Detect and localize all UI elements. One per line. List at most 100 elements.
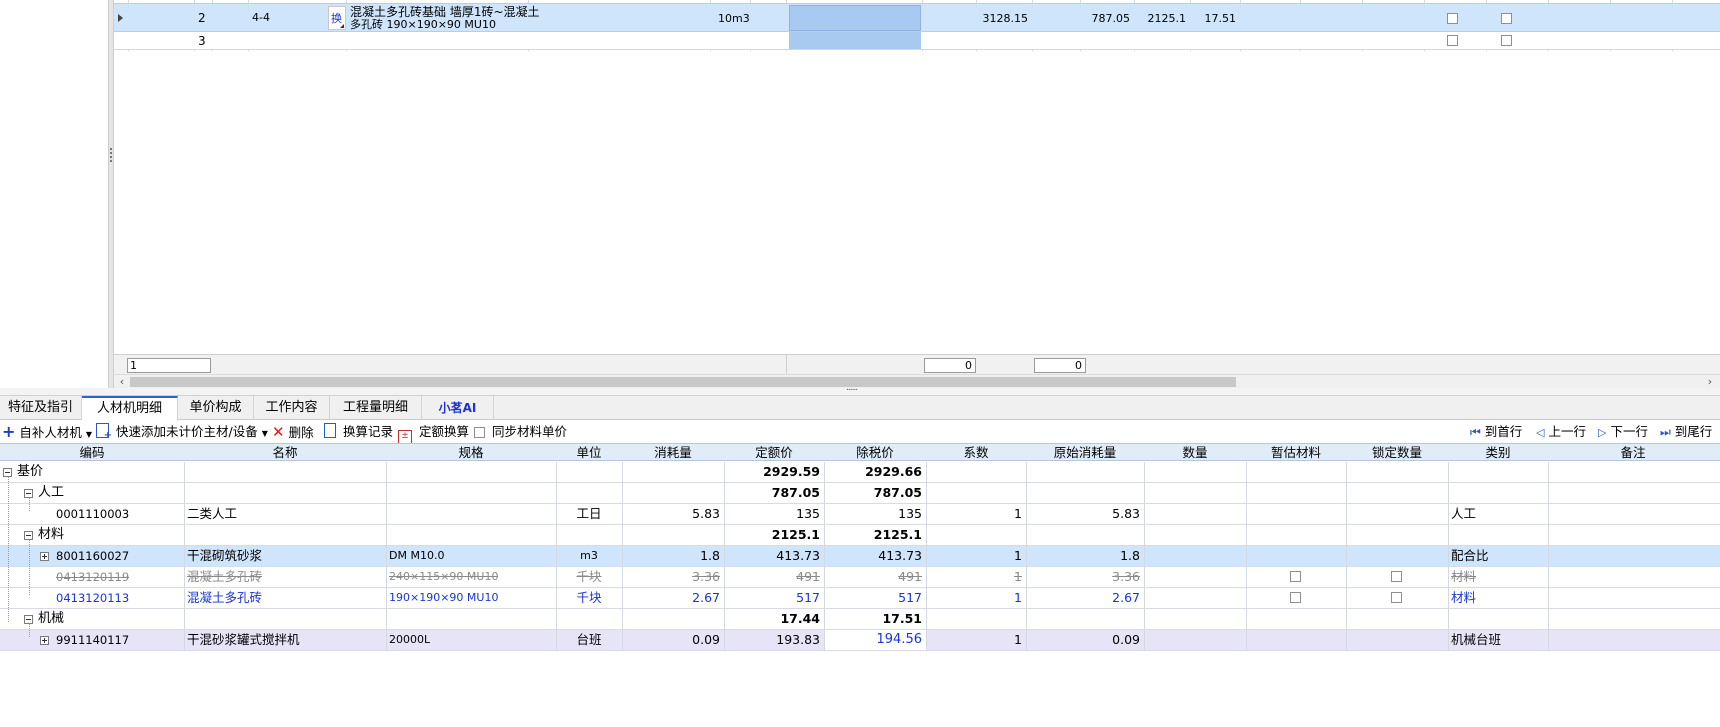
header-spec[interactable]: 规格 bbox=[386, 444, 556, 462]
consume: 5.83 bbox=[692, 506, 720, 521]
row-checkbox[interactable] bbox=[1501, 13, 1512, 24]
header-original-consume[interactable]: 原始消耗量 bbox=[1026, 444, 1144, 462]
quota-price: 413.73 bbox=[776, 548, 820, 563]
swap-record-button[interactable]: 换算记录 bbox=[324, 421, 393, 443]
sync-price-toggle[interactable]: 同步材料单价 bbox=[474, 421, 567, 443]
header-name[interactable]: 名称 bbox=[184, 444, 386, 462]
header-consume[interactable]: 消耗量 bbox=[622, 444, 724, 462]
header-unit[interactable]: 单位 bbox=[556, 444, 622, 462]
panel-splitter[interactable]: ...... bbox=[0, 383, 1720, 396]
header-lock-quantity[interactable]: 锁定数量 bbox=[1346, 444, 1448, 462]
header-remark[interactable]: 备注 bbox=[1548, 444, 1718, 462]
resource-name: 干混砌筑砂浆 bbox=[187, 548, 263, 563]
resource-name: 干混砂浆罐式搅拌机 bbox=[187, 632, 300, 647]
header-provisional[interactable]: 暂估材料 bbox=[1246, 444, 1346, 462]
coefficient: 1 bbox=[1014, 548, 1022, 563]
scroll-thumb[interactable] bbox=[130, 377, 1236, 387]
left-panel bbox=[0, 0, 108, 392]
selected-cell[interactable] bbox=[789, 32, 921, 49]
header-category[interactable]: 类别 bbox=[1448, 444, 1548, 462]
resource-spec: 20000L bbox=[389, 633, 431, 646]
resource-unit: 千块 bbox=[576, 590, 602, 605]
row-checkbox[interactable] bbox=[1447, 35, 1458, 46]
quota-price: 2125.1 bbox=[771, 527, 820, 542]
plus-icon: + bbox=[2, 422, 16, 441]
top-grid-row[interactable]: 2 4-4 换 混凝土多孔砖基础 墙厚1砖~混凝土 多孔砖 190×190×90… bbox=[114, 3, 1720, 32]
header-taxfree-price[interactable]: 除税价 bbox=[824, 444, 926, 462]
quota-swap-button[interactable]: ± 定额换算 bbox=[398, 421, 469, 444]
first-row-button[interactable]: ⏮ 到首行 bbox=[1470, 421, 1522, 443]
quota-price: 135 bbox=[796, 506, 820, 521]
tab-quantity-detail[interactable]: 工程量明细 bbox=[330, 396, 422, 420]
tree-connector bbox=[29, 539, 30, 595]
coefficient: 1 bbox=[1014, 590, 1022, 605]
last-row-button[interactable]: ⏭ 到尾行 bbox=[1660, 421, 1712, 443]
consume: 1.8 bbox=[700, 548, 720, 563]
labor-price: 787.05 bbox=[1091, 12, 1131, 25]
header-coefficient[interactable]: 系数 bbox=[926, 444, 1026, 462]
top-grid-empty-area bbox=[114, 51, 1720, 354]
provisional-checkbox[interactable] bbox=[1290, 592, 1301, 603]
original-consume: 0.09 bbox=[1112, 632, 1140, 647]
tree-connector bbox=[29, 623, 30, 637]
header-quota-price[interactable]: 定额价 bbox=[724, 444, 824, 462]
consume: 3.36 bbox=[692, 569, 720, 584]
collapse-icon[interactable] bbox=[3, 468, 12, 477]
toolbar: + 自补人材机 ▼ + 快速添加未计价主材/设备 ▼ ✕ 删除 换算记录 ± 定… bbox=[0, 421, 1720, 444]
tab-work-content[interactable]: 工作内容 bbox=[254, 396, 330, 420]
expand-icon[interactable] bbox=[40, 552, 49, 561]
original-consume: 3.36 bbox=[1112, 569, 1140, 584]
coefficient: 1 bbox=[1014, 569, 1022, 584]
selected-cell[interactable] bbox=[789, 5, 921, 31]
header-quantity[interactable]: 数量 bbox=[1144, 444, 1246, 462]
resource-unit: 工日 bbox=[576, 506, 602, 521]
tab-unit-price[interactable]: 单价构成 bbox=[178, 396, 254, 420]
taxfree-price[interactable]: 194.56 bbox=[824, 630, 923, 650]
quota-code: 4-4 bbox=[252, 11, 270, 24]
tree-connector bbox=[29, 497, 30, 511]
swap-badge[interactable]: 换 bbox=[328, 6, 346, 30]
category: 材料 bbox=[1451, 590, 1477, 605]
footer-left-input[interactable]: 1 bbox=[127, 358, 211, 373]
footer-input-a[interactable]: 0 bbox=[924, 358, 976, 373]
provisional-checkbox[interactable] bbox=[1290, 571, 1301, 582]
tab-features[interactable]: 特征及指引 bbox=[0, 396, 82, 420]
tab-labor-material[interactable]: 人材机明细 bbox=[82, 396, 178, 421]
scroll-right-icon[interactable]: › bbox=[1704, 375, 1716, 388]
next-row-button[interactable]: ▷ 下一行 bbox=[1598, 421, 1648, 443]
resource-name: 二类人工 bbox=[187, 506, 238, 521]
quota-name-line1: 混凝土多孔砖基础 墙厚1砖~混凝土 bbox=[350, 5, 540, 19]
resource-code: 9911140117 bbox=[56, 633, 130, 647]
add-material-button[interactable]: + 自补人材机 ▼ bbox=[2, 421, 92, 443]
top-grid-footer: 1 0 0 bbox=[114, 354, 1720, 375]
header-code[interactable]: 编码 bbox=[0, 444, 184, 462]
lock-quantity-checkbox[interactable] bbox=[1391, 592, 1402, 603]
resource-grid: 编码 名称 规格 单位 消耗量 定额价 除税价 系数 原始消耗量 数量 暂估材料… bbox=[0, 443, 1720, 727]
prev-row-button[interactable]: ◁ 上一行 bbox=[1536, 421, 1586, 443]
resource-spec: DM M10.0 bbox=[389, 549, 445, 562]
tree-connector bbox=[8, 476, 9, 622]
grid-header: 编码 名称 规格 单位 消耗量 定额价 除税价 系数 原始消耗量 数量 暂估材料… bbox=[0, 443, 1720, 461]
delete-button[interactable]: ✕ 删除 bbox=[272, 421, 314, 443]
horizontal-scrollbar[interactable]: ‹ › bbox=[114, 374, 1720, 388]
tab-bar: 特征及指引 人材机明细 单价构成 工作内容 工程量明细 小茗AI bbox=[0, 396, 1720, 421]
sync-price-checkbox[interactable] bbox=[474, 427, 485, 438]
row-checkbox[interactable] bbox=[1501, 35, 1512, 46]
quota-price: 17.44 bbox=[780, 611, 820, 626]
collapse-icon[interactable] bbox=[24, 489, 33, 498]
expand-icon[interactable] bbox=[40, 636, 49, 645]
row-checkbox[interactable] bbox=[1447, 13, 1458, 24]
quick-add-button[interactable]: + 快速添加未计价主材/设备 ▼ bbox=[96, 421, 268, 443]
quota-price: 491 bbox=[796, 569, 820, 584]
top-grid-row[interactable]: 3 bbox=[114, 32, 1720, 50]
scroll-left-icon[interactable]: ‹ bbox=[116, 375, 128, 388]
footer-input-b[interactable]: 0 bbox=[1034, 358, 1086, 373]
collapse-icon[interactable] bbox=[24, 531, 33, 540]
clipboard-icon bbox=[324, 423, 336, 438]
original-consume: 1.8 bbox=[1120, 548, 1140, 563]
quota-price: 517 bbox=[796, 590, 820, 605]
tab-ai[interactable]: 小茗AI bbox=[422, 396, 494, 420]
collapse-icon[interactable] bbox=[24, 615, 33, 624]
lock-quantity-checkbox[interactable] bbox=[1391, 571, 1402, 582]
resource-unit: 台班 bbox=[576, 632, 602, 647]
